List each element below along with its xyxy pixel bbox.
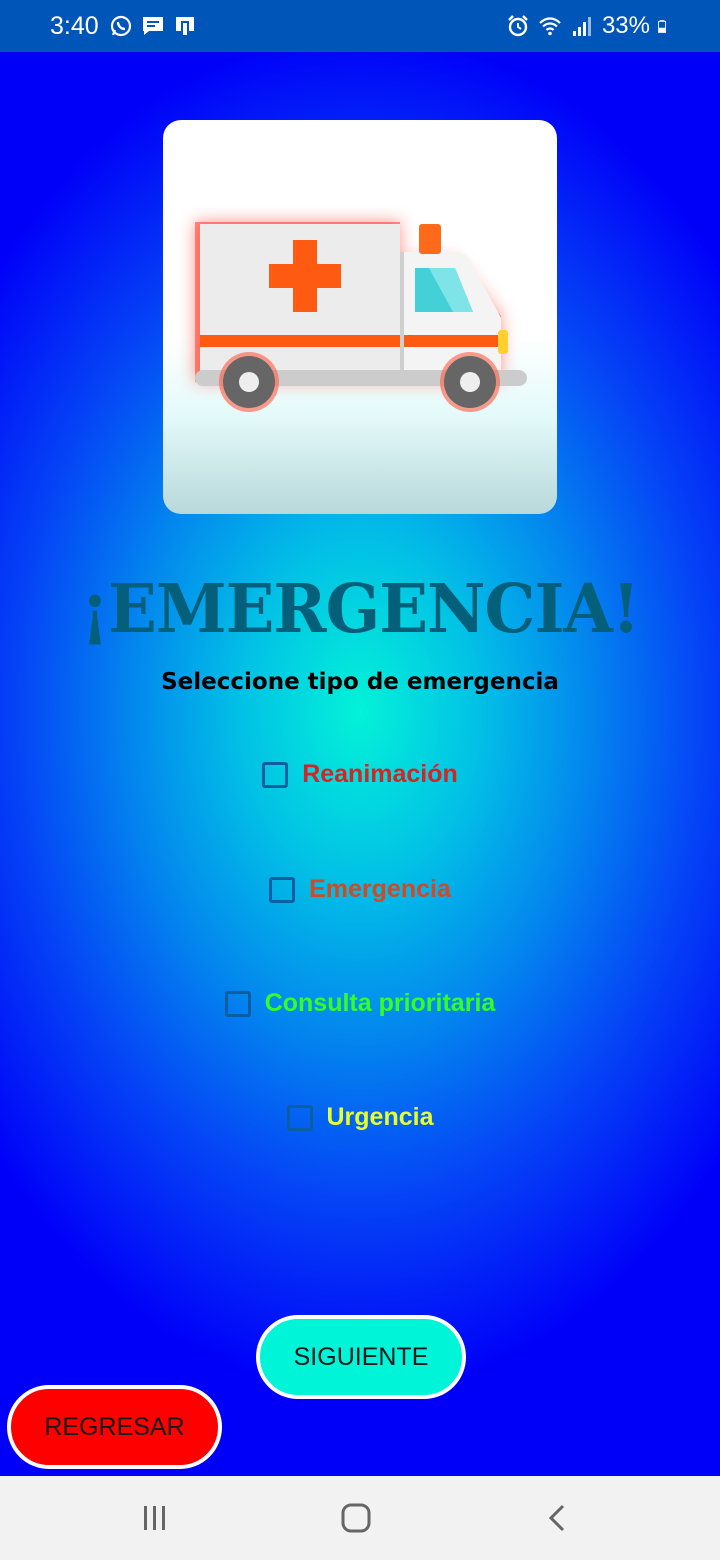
battery-percent: 33%	[601, 12, 650, 39]
checkbox-consulta-prioritaria[interactable]	[224, 990, 251, 1017]
ambulance-image-card	[163, 120, 557, 514]
option-label-emergencia[interactable]: Emergencia	[309, 875, 451, 904]
navigation-bar	[0, 1476, 720, 1560]
checkbox-emergencia[interactable]	[269, 876, 296, 903]
status-notification-icons	[109, 14, 197, 38]
recent-apps-icon	[144, 1506, 165, 1530]
back-icon	[548, 1504, 565, 1532]
option-label-urgencia[interactable]: Urgencia	[327, 1103, 434, 1132]
option-reanimacion[interactable]: Reanimación	[0, 760, 720, 789]
option-consulta-prioritaria[interactable]: Consulta prioritaria	[0, 989, 720, 1018]
message-icon	[142, 17, 163, 35]
checkbox-urgencia[interactable]	[286, 1104, 313, 1131]
status-system-icons: 33%	[506, 12, 672, 40]
recent-apps-button[interactable]	[115, 1476, 195, 1560]
option-label-consulta-prioritaria[interactable]: Consulta prioritaria	[265, 989, 496, 1018]
status-bar: 3:40 33%	[0, 0, 720, 52]
option-label-reanimacion[interactable]: Reanimación	[302, 760, 458, 789]
back-nav-button[interactable]	[518, 1476, 598, 1560]
emergency-screen: ¡EMERGENCIA! Seleccione tipo de emergenc…	[0, 52, 720, 1476]
checkbox-reanimacion[interactable]	[262, 761, 289, 788]
home-button[interactable]	[316, 1476, 396, 1560]
signal-icon	[572, 17, 591, 36]
ambulance-image	[195, 222, 527, 412]
wifi-icon	[539, 17, 561, 36]
next-button[interactable]: SIGUIENTE	[256, 1315, 466, 1399]
alarm-icon	[508, 15, 528, 37]
page-title: ¡EMERGENCIA!	[80, 570, 640, 649]
home-icon	[341, 1503, 371, 1533]
option-emergencia[interactable]: Emergencia	[0, 875, 720, 904]
status-time: 3:40	[50, 11, 99, 40]
option-urgencia[interactable]: Urgencia	[0, 1103, 720, 1132]
page-subtitle: Seleccione tipo de emergencia	[161, 669, 559, 695]
back-button[interactable]: REGRESAR	[7, 1385, 222, 1469]
battery-icon	[658, 20, 667, 33]
cast-icon	[175, 17, 194, 35]
whatsapp-icon	[110, 15, 131, 37]
